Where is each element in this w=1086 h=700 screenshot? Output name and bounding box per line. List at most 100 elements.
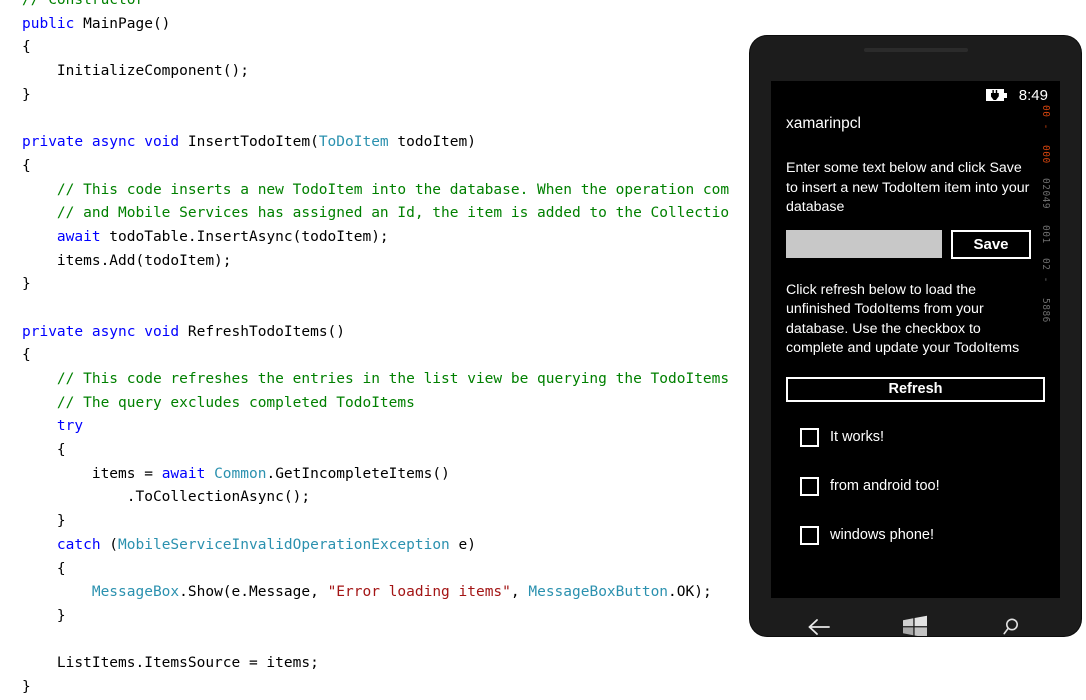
code-line: // The query excludes completed TodoItem… <box>22 392 729 416</box>
code-text: // Constructor public MainPage() { Initial… <box>22 0 729 700</box>
code-token: RefreshTodoItems() <box>187 323 346 340</box>
code-token: } <box>22 276 31 293</box>
todo-entry-row: Save <box>786 229 1044 259</box>
code-token: private async void <box>22 134 188 151</box>
code-line: // and Mobile Services has assigned an I… <box>22 202 729 226</box>
status-bar-clock: 8:49 <box>1018 86 1048 104</box>
code-token: .ToCollectionAsync(); <box>22 489 311 506</box>
windows-phone-device: 8:49 xamarinpcl Enter some text below an… <box>750 36 1081 636</box>
perf-counter-line: 02049 <box>1040 178 1051 210</box>
code-line: try <box>22 415 729 439</box>
code-line: private async void RefreshTodoItems() <box>22 321 729 345</box>
back-arrow-icon[interactable] <box>799 611 839 636</box>
save-button[interactable]: Save <box>951 229 1031 259</box>
perf-counter-line: 000 <box>1040 145 1051 164</box>
todo-item-label: It works! <box>830 429 884 445</box>
code-line: public MainPage() <box>22 13 729 37</box>
code-token: // Constructor <box>22 0 145 8</box>
code-token: catch <box>22 536 101 553</box>
phone-screen: 8:49 xamarinpcl Enter some text below an… <box>771 81 1060 598</box>
code-token: InitializeComponent(); <box>22 63 249 80</box>
code-token: { <box>22 442 66 459</box>
todo-checkbox[interactable] <box>800 476 819 496</box>
code-line: catch (MobileServiceInvalidOperationExce… <box>22 534 729 558</box>
code-token: MessageBoxButton <box>528 584 669 601</box>
code-token: { <box>22 560 66 577</box>
list-item[interactable]: from android too! <box>800 475 1033 498</box>
code-line: { <box>22 155 729 179</box>
code-token: .OK); <box>668 584 712 601</box>
code-line: .ToCollectionAsync(); <box>22 486 729 510</box>
code-line: // This code inserts a new TodoItem into… <box>22 179 729 203</box>
code-token: private async void <box>22 323 188 340</box>
search-icon[interactable] <box>992 611 1032 636</box>
code-token: MainPage() <box>83 15 171 32</box>
perf-counter-line: 02 - <box>1040 258 1051 283</box>
code-token: ( <box>100 536 119 553</box>
phone-navigation-bar <box>771 598 1060 636</box>
code-token: } <box>22 86 31 103</box>
code-token: // This code refreshes the entries in th… <box>22 371 730 387</box>
code-line: { <box>22 439 729 463</box>
code-token: } <box>22 678 31 695</box>
code-token: todoTable.InsertAsync(todoItem); <box>100 228 389 245</box>
app-title: xamarinpcl <box>786 115 861 132</box>
code-token: MobileServiceInvalidOperationException <box>118 536 450 553</box>
code-line: // Constructor <box>22 0 729 13</box>
code-token: } <box>22 513 66 530</box>
app-content: xamarinpcl Enter some text below and cli… <box>771 109 1045 573</box>
code-token: MessageBox <box>91 584 180 601</box>
refresh-button[interactable]: Refresh <box>786 376 1045 402</box>
code-token: } <box>22 607 66 624</box>
todo-checkbox[interactable] <box>800 525 819 545</box>
code-line: MessageBox.Show(e.Message, "Error loadin… <box>22 581 729 605</box>
todo-item-list: It works! from android too! windows phone! <box>786 426 1033 547</box>
code-line: private async void InsertTodoItem(ToDoIt… <box>22 131 729 155</box>
code-line: } <box>22 605 729 629</box>
code-token: , <box>510 584 529 601</box>
instruction-text-refresh: Click refresh below to load the unfinish… <box>786 281 1020 357</box>
code-token: // This code inserts a new TodoItem into… <box>22 181 730 198</box>
windows-logo-icon[interactable] <box>895 611 935 636</box>
code-token: { <box>22 347 31 364</box>
instruction-text-save: Enter some text below and click Save to … <box>786 160 1030 215</box>
code-token: await <box>56 228 101 245</box>
code-token: // The query excludes completed TodoItem… <box>22 394 415 411</box>
code-token: await <box>161 465 206 482</box>
code-token: todoItem) <box>388 134 476 151</box>
code-line: } <box>22 84 729 108</box>
code-token: ListItems.ItemsSource = items; <box>22 655 319 672</box>
code-line: } <box>22 273 729 297</box>
code-token: items.Add(todoItem); <box>22 252 232 269</box>
code-line: ListItems.ItemsSource = items; <box>22 652 729 676</box>
code-token: "Error loading items" <box>327 584 511 601</box>
todo-item-label: windows phone! <box>830 527 934 543</box>
code-line: } <box>22 510 729 534</box>
code-line: items.Add(todoItem); <box>22 250 729 274</box>
todo-item-label: from android too! <box>830 478 940 494</box>
code-token: .GetIncompleteItems() <box>266 465 450 482</box>
list-item[interactable]: windows phone! <box>800 524 1033 547</box>
code-token: Common <box>214 465 267 482</box>
todo-text-input[interactable] <box>786 230 942 258</box>
code-line: { <box>22 344 729 368</box>
list-item[interactable]: It works! <box>800 426 1033 449</box>
code-token: .Show(e.Message, <box>179 584 328 601</box>
perf-counter-line: 5886 <box>1040 298 1051 323</box>
code-token: items = <box>22 465 162 482</box>
code-token: { <box>22 39 31 56</box>
code-line: await todoTable.InsertAsync(todoItem); <box>22 226 729 250</box>
code-line: // This code refreshes the entries in th… <box>22 368 729 392</box>
code-token: // and Mobile Services has assigned an I… <box>22 205 730 222</box>
code-token: public <box>22 15 84 32</box>
todo-checkbox[interactable] <box>800 427 819 447</box>
performance-counter-overlay: 00 -000 02049 001 02 -5886 <box>1040 105 1060 595</box>
battery-charging-icon <box>985 89 1008 101</box>
code-line: } <box>22 676 729 700</box>
code-line: { <box>22 558 729 582</box>
